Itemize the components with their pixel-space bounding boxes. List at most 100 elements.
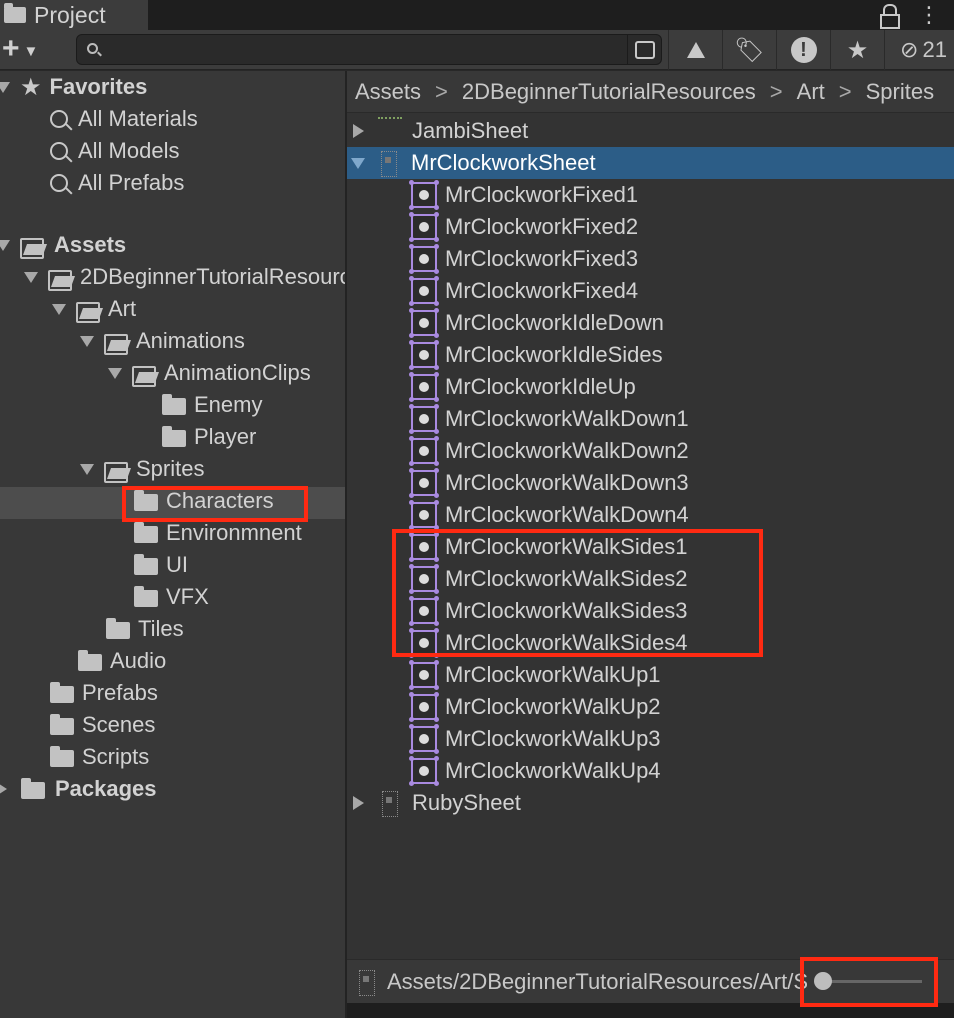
breadcrumb-item[interactable]: Sprites [866,79,934,105]
asset-label: MrClockworkWalkSides3 [445,598,688,623]
asset-row-sprite[interactable]: MrClockworkWalkUp3 [347,723,954,755]
asset-row-sprite[interactable]: MrClockworkIdleSides [347,339,954,371]
asset-row-sprite[interactable]: MrClockworkWalkSides4 [347,627,954,659]
asset-row-sprite[interactable]: MrClockworkWalkSides1 [347,531,954,563]
tree-label: Characters [166,488,274,513]
sprite-icon [409,628,439,658]
expand-arrow-icon[interactable] [108,367,122,379]
asset-row-sprite[interactable]: MrClockworkWalkSides3 [347,595,954,627]
tree-label: 2DBeginnerTutorialResources [80,264,345,289]
tree-item-assets[interactable]: Assets [0,229,126,261]
tree-item-animationclips[interactable]: AnimationClips [108,357,311,389]
asset-row-sprite[interactable]: MrClockworkIdleDown [347,307,954,339]
tree-item-audio[interactable]: Audio [78,645,166,677]
asset-row-rubysheet[interactable]: RubySheet [347,787,954,819]
asset-row-sprite[interactable]: MrClockworkFixed3 [347,243,954,275]
icon-size-slider[interactable] [812,970,924,994]
search-input[interactable] [76,34,662,65]
filter-by-type-button[interactable] [668,30,722,70]
expand-arrow-icon[interactable] [80,463,94,475]
slider-thumb[interactable] [814,972,832,990]
asset-row-sprite[interactable]: MrClockworkWalkDown3 [347,467,954,499]
create-button[interactable]: + ▼ [2,32,50,65]
asset-row-mrclockworksheet[interactable]: MrClockworkSheet [347,147,954,179]
expand-arrow-icon[interactable] [52,303,66,315]
tree-item-all-prefabs[interactable]: All Prefabs [50,167,184,199]
folder-icon [106,618,130,639]
tree-item-prefabs[interactable]: Prefabs [50,677,158,709]
tree-item-favorites[interactable]: ★ Favorites [0,71,147,103]
asset-row-sprite[interactable]: MrClockworkFixed2 [347,211,954,243]
sprite-icon [409,564,439,594]
collapse-arrow-icon[interactable] [353,124,364,138]
kebab-menu-icon[interactable]: ⋮ [918,2,940,28]
asset-row-sprite[interactable]: MrClockworkWalkDown2 [347,435,954,467]
folder-icon [134,586,158,607]
asset-row-sprite[interactable]: MrClockworkWalkDown1 [347,403,954,435]
asset-row-sprite[interactable]: MrClockworkWalkUp4 [347,755,954,787]
tree-item-sprites[interactable]: Sprites [80,453,204,485]
expand-arrow-icon[interactable] [80,335,94,347]
search-by-type-button[interactable] [627,35,661,64]
folder-open-icon [76,302,102,323]
asset-row-sprite[interactable]: MrClockworkWalkDown4 [347,499,954,531]
tree-item-2dbeginner[interactable]: 2DBeginnerTutorialResources [24,261,345,293]
sprite-icon [409,596,439,626]
plus-icon: + [2,32,20,65]
asset-row-sprite[interactable]: MrClockworkWalkUp1 [347,659,954,691]
tree-item-animations[interactable]: Animations [80,325,245,357]
tree-item-enemy[interactable]: Enemy [162,389,262,421]
tree-item-packages[interactable]: Packages [0,773,157,805]
tree-item-all-models[interactable]: All Models [50,135,179,167]
folder-icon [50,682,74,703]
asset-row-sprite[interactable]: MrClockworkFixed4 [347,275,954,307]
tree-item-environment[interactable]: Environmnent [134,517,302,549]
sprite-sheet-icon [355,968,379,996]
asset-row-jambisheet[interactable]: JambiSheet [347,115,954,147]
folder-open-icon [104,334,130,355]
filter-by-label-button[interactable]: 🏷 [722,30,776,70]
tree-item-ui[interactable]: UI [134,549,188,581]
tree-item-all-materials[interactable]: All Materials [50,103,198,135]
asset-row-sprite[interactable]: MrClockworkWalkUp2 [347,691,954,723]
favorite-button[interactable]: ★ [830,30,884,70]
breadcrumb-item[interactable]: Art [797,79,825,105]
tree-item-characters[interactable]: Characters [134,485,274,517]
sprite-icon [409,372,439,402]
project-tab[interactable]: Project [0,0,148,30]
expand-arrow-icon[interactable] [0,81,10,93]
expand-arrow-icon[interactable] [24,271,38,283]
expand-arrow-icon[interactable] [351,157,365,169]
sprite-icon [409,244,439,274]
window-bottom-edge [347,1003,954,1018]
tree-label: All Prefabs [78,170,185,195]
collapse-arrow-icon[interactable] [353,796,364,810]
asset-row-sprite[interactable]: MrClockworkIdleUp [347,371,954,403]
chevron-down-icon: ▼ [23,42,39,60]
tree-item-vfx[interactable]: VFX [134,581,209,613]
filter-by-log-button[interactable]: ! [776,30,830,70]
search-window-icon [634,40,655,59]
asset-label: MrClockworkWalkSides4 [445,630,688,655]
folder-icon [162,394,186,415]
tree-item-tiles[interactable]: Tiles [106,613,184,645]
tree-item-scripts[interactable]: Scripts [50,741,149,773]
tree-item-scenes[interactable]: Scenes [50,709,155,741]
collapse-arrow-icon[interactable] [0,782,7,796]
folder-icon [50,746,74,767]
tree-item-art[interactable]: Art [52,293,136,325]
breadcrumb-item[interactable]: 2DBeginnerTutorialResources [462,79,756,105]
tree-item-player[interactable]: Player [162,421,256,453]
sprite-icon [409,180,439,210]
tree-label: UI [166,552,188,577]
status-bar: Assets/2DBeginnerTutorialResources/Art/S… [347,959,954,1003]
asset-row-sprite[interactable]: MrClockworkWalkSides2 [347,563,954,595]
asset-label: MrClockworkWalkUp2 [445,694,661,719]
breadcrumb-item[interactable]: Assets [355,79,421,105]
asset-row-sprite[interactable]: MrClockworkFixed1 [347,179,954,211]
lock-icon[interactable] [880,4,900,29]
expand-arrow-icon[interactable] [0,239,10,251]
hidden-packages-button[interactable]: ⊘ 21 [884,30,954,70]
asset-label: MrClockworkWalkDown4 [445,502,689,527]
star-icon: ★ [846,36,869,64]
